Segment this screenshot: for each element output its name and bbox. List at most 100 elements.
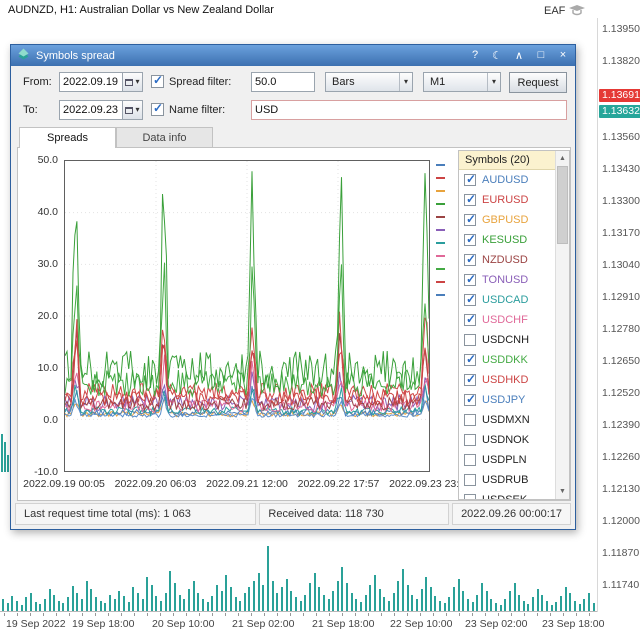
tab-data-info[interactable]: Data info bbox=[116, 127, 213, 147]
check-icon: ✓ bbox=[466, 392, 477, 406]
collapse-button[interactable]: ∧ bbox=[513, 49, 525, 62]
symbol-row[interactable]: ✓ USDJPY bbox=[459, 390, 555, 410]
spread-x-label: 2022.09.19 00:05 bbox=[23, 478, 105, 490]
to-date-input[interactable] bbox=[63, 104, 119, 116]
from-date-input[interactable] bbox=[63, 76, 119, 88]
symbol-checkbox[interactable]: ✓ bbox=[464, 252, 476, 266]
spread-y-label: 40.0 bbox=[37, 206, 58, 218]
symbol-row[interactable]: USDPLN bbox=[459, 450, 555, 470]
symbol-row[interactable]: USDMXN bbox=[459, 410, 555, 430]
request-button[interactable]: Request bbox=[509, 72, 567, 93]
symbol-row[interactable]: ✓ TONUSD bbox=[459, 270, 555, 290]
symbol-checkbox[interactable]: ✓ bbox=[464, 212, 476, 226]
request-button-label: Request bbox=[517, 76, 559, 89]
symbol-row[interactable]: USDNOK bbox=[459, 430, 555, 450]
name-filter-label: Name filter: bbox=[169, 103, 226, 116]
to-calendar-button[interactable]: ▾ bbox=[123, 100, 143, 120]
spread-filter-value-field[interactable] bbox=[251, 72, 315, 92]
spread-filter-label: Spread filter: bbox=[169, 75, 232, 88]
price-tick-label: 1.12390 bbox=[602, 419, 640, 431]
scroll-down-icon[interactable]: ▼ bbox=[556, 485, 569, 498]
time-tick bbox=[589, 613, 590, 616]
to-date-field[interactable] bbox=[59, 100, 123, 120]
symbol-checkbox[interactable] bbox=[464, 494, 476, 499]
symbol-checkbox[interactable]: ✓ bbox=[464, 372, 477, 386]
volume-bar bbox=[457, 579, 460, 611]
price-tick-label: 1.13040 bbox=[602, 259, 640, 271]
status-received-data: Received data: 118 730 bbox=[259, 503, 450, 525]
symbol-row[interactable]: USDCNH bbox=[459, 330, 555, 350]
symbol-checkbox[interactable]: ✓ bbox=[464, 292, 477, 306]
symbol-row[interactable]: USDSEK bbox=[459, 490, 555, 499]
chevron-down-icon: ▾ bbox=[398, 73, 412, 91]
scroll-up-icon[interactable]: ▲ bbox=[556, 152, 569, 165]
from-calendar-button[interactable]: ▾ bbox=[123, 72, 143, 92]
timeframe-dropdown[interactable]: M1 ▾ bbox=[423, 72, 501, 92]
dialog-status-bar: Last request time total (ms): 1 063 Rece… bbox=[15, 503, 571, 525]
volume-bar bbox=[429, 587, 432, 611]
volume-bar bbox=[480, 583, 483, 611]
volume-bar bbox=[341, 567, 344, 611]
status-timestamp: 2022.09.26 00:00:17 bbox=[452, 503, 571, 525]
expert-advisor-icon[interactable] bbox=[567, 3, 587, 20]
symbol-row[interactable]: ✓ USDCAD bbox=[459, 290, 555, 310]
volume-bar bbox=[392, 593, 395, 611]
maximize-button[interactable]: □ bbox=[535, 49, 547, 62]
name-filter-input[interactable] bbox=[255, 104, 563, 116]
spread-filter-value-input[interactable] bbox=[255, 76, 311, 88]
price-tick-label: 1.13430 bbox=[602, 163, 640, 175]
volume-bar bbox=[564, 587, 567, 611]
spread-x-axis: 2022.09.19 00:05 2022.09.20 06:03 2022.09.… bbox=[18, 478, 458, 493]
symbol-row[interactable]: USDRUB bbox=[459, 470, 555, 490]
scrollbar-thumb[interactable] bbox=[557, 166, 568, 244]
symbol-checkbox[interactable] bbox=[464, 414, 476, 426]
symbol-row[interactable]: ✓ USDDKK bbox=[459, 350, 555, 370]
symbol-checkbox[interactable]: ✓ bbox=[464, 392, 477, 406]
symbol-label: EURUSD bbox=[482, 194, 529, 206]
spread-legend bbox=[436, 164, 446, 364]
symbol-row[interactable]: ✓ USDHKD bbox=[459, 370, 555, 390]
check-icon: ✓ bbox=[466, 292, 477, 306]
tab-spreads[interactable]: Spreads bbox=[19, 127, 116, 148]
symbol-checkbox[interactable]: ✓ bbox=[464, 312, 476, 326]
symbols-list[interactable]: ✓ AUDUSD ✓ EURUSD ✓ GBPUSD ✓ KESUSD ✓ NZDUSD ✓ TONU… bbox=[459, 170, 555, 499]
symbol-row[interactable]: ✓ NZDUSD bbox=[459, 250, 555, 270]
volume-bar bbox=[592, 603, 595, 611]
symbol-checkbox[interactable] bbox=[464, 454, 476, 466]
symbol-checkbox[interactable]: ✓ bbox=[464, 192, 476, 206]
period-type-dropdown[interactable]: Bars ▾ bbox=[325, 72, 413, 92]
time-tick bbox=[199, 613, 200, 616]
symbol-row[interactable]: ✓ GBPUSD bbox=[459, 210, 555, 230]
symbol-checkbox[interactable] bbox=[464, 434, 476, 446]
from-date-field[interactable] bbox=[59, 72, 123, 92]
symbol-checkbox[interactable]: ✓ bbox=[464, 352, 476, 366]
help-button[interactable]: ? bbox=[469, 49, 481, 62]
dialog-icon bbox=[17, 48, 30, 64]
symbol-row[interactable]: ✓ AUDUSD bbox=[459, 170, 555, 190]
volume-bar bbox=[308, 583, 311, 611]
name-filter-field[interactable] bbox=[251, 100, 567, 120]
time-tick bbox=[108, 613, 109, 616]
check-icon: ✓ bbox=[466, 372, 477, 386]
symbols-scrollbar[interactable]: ▲ ▼ bbox=[555, 151, 569, 499]
symbol-row[interactable]: ✓ KESUSD bbox=[459, 230, 555, 250]
theme-toggle-icon[interactable]: ☾ bbox=[491, 49, 503, 62]
symbol-checkbox[interactable]: ✓ bbox=[464, 232, 476, 246]
time-axis[interactable]: 19 Sep 2022 19 Sep 18:00 20 Sep 10:00 21 Se… bbox=[0, 613, 640, 633]
symbol-row[interactable]: ✓ EURUSD bbox=[459, 190, 555, 210]
price-scale[interactable]: 1.13950 1.13820 1.13691 1.13632 1.13560 1.134… bbox=[598, 0, 640, 612]
symbol-checkbox[interactable] bbox=[464, 334, 476, 346]
volume-bar bbox=[29, 593, 32, 611]
price-tick-label: 1.12520 bbox=[602, 387, 640, 399]
spread-filter-checkbox[interactable]: ✓ bbox=[151, 73, 164, 88]
symbol-checkbox[interactable]: ✓ bbox=[464, 272, 476, 286]
symbol-row[interactable]: ✓ USDCHF bbox=[459, 310, 555, 330]
symbol-label: USDDKK bbox=[482, 354, 528, 366]
symbol-checkbox[interactable]: ✓ bbox=[464, 172, 476, 186]
bg-chart-mark bbox=[4, 442, 6, 472]
volume-bar bbox=[188, 589, 190, 611]
name-filter-checkbox[interactable]: ✓ bbox=[151, 101, 164, 116]
dialog-titlebar[interactable]: Symbols spread ? ☾ ∧ □ × bbox=[11, 45, 575, 66]
symbol-checkbox[interactable] bbox=[464, 474, 476, 486]
close-button[interactable]: × bbox=[557, 49, 569, 62]
